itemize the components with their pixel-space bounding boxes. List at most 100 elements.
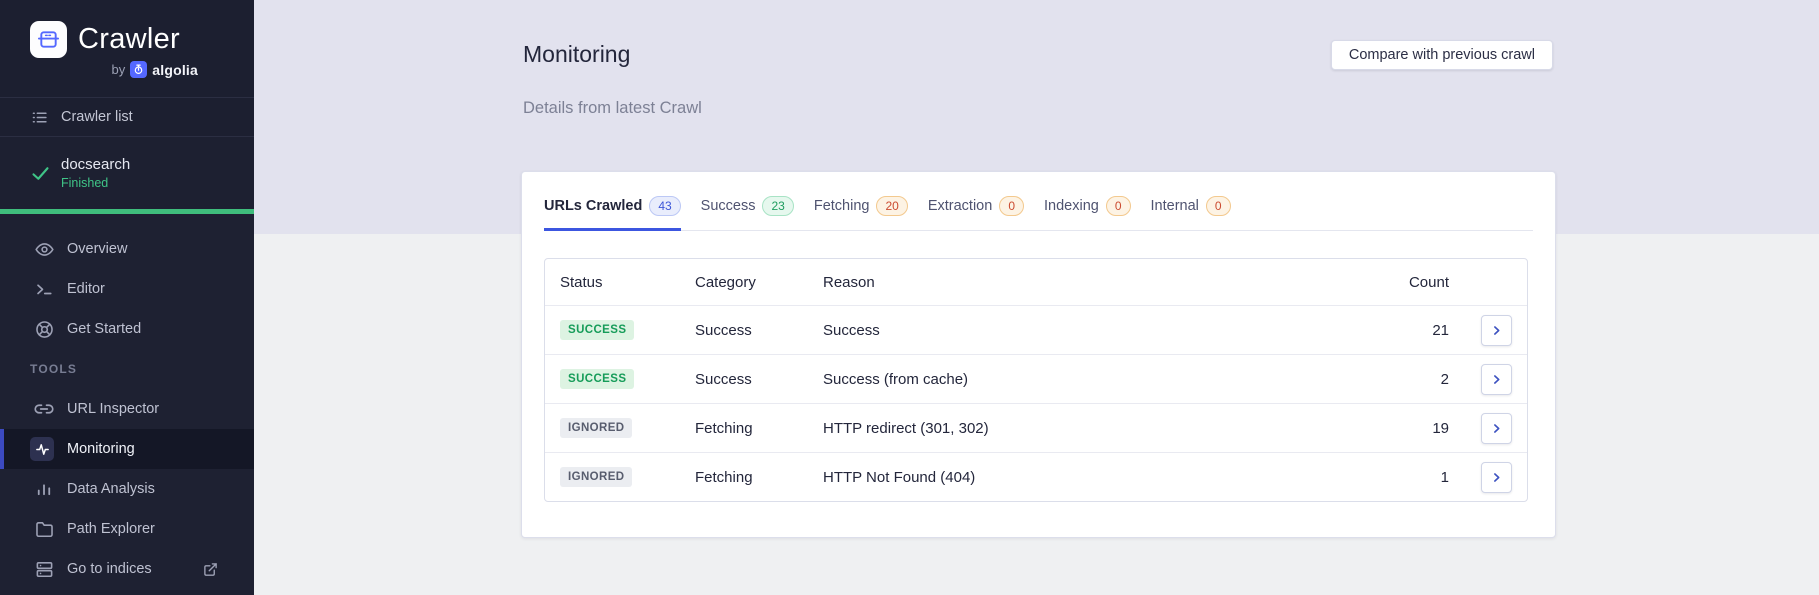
sidebar-item-label: Monitoring [67,441,135,457]
tab-label: URLs Crawled [544,198,643,214]
sidebar-nav: Overview Editor Get Started TOOLS URL In… [0,214,254,589]
category-cell: Fetching [695,419,753,437]
sidebar-item-label: Path Explorer [67,521,155,537]
category-cell: Fetching [695,468,753,486]
table-row: IGNORED Fetching HTTP Not Found (404) 1 [545,452,1527,501]
eye-icon [34,240,54,259]
external-link-icon [203,562,218,577]
link-icon [34,399,54,419]
status-badge: IGNORED [560,467,633,487]
product-name: Crawler [78,23,180,55]
activity-icon [30,437,54,461]
table-row: IGNORED Fetching HTTP redirect (301, 302… [545,403,1527,452]
bar-chart-icon [34,480,54,498]
status-badge: IGNORED [560,418,633,438]
table-header-row: Status Category Reason Count [545,259,1527,305]
tab-count-badge: 23 [762,196,794,216]
by-label: by [111,62,126,77]
sidebar-item-label: Editor [67,281,105,297]
current-crawler-selector[interactable]: docsearch Finished [0,137,254,209]
tab-indexing[interactable]: Indexing 0 [1044,196,1131,231]
tab-label: Success [700,198,756,214]
status-tabs: URLs Crawled 43 Success 23 Fetching 20 E… [544,172,1533,231]
row-expand-button[interactable] [1481,461,1512,493]
sidebar-item-get-started[interactable]: Get Started [0,309,254,349]
app-window: Crawler by algolia Crawler list docsearc… [0,0,1819,595]
tab-fetching[interactable]: Fetching 20 [814,196,908,231]
sidebar-item-overview[interactable]: Overview [0,229,254,269]
tab-count-badge: 20 [876,196,908,216]
tab-urls-crawled[interactable]: URLs Crawled 43 [544,196,681,231]
page-title: Monitoring [523,41,631,67]
tab-label: Indexing [1044,198,1099,214]
table-row: SUCCESS Success Success (from cache) 2 [545,354,1527,403]
tab-count-badge: 0 [1105,196,1131,216]
sidebar-item-label: Overview [67,241,128,257]
sidebar-item-url-inspector[interactable]: URL Inspector [0,389,254,429]
sidebar-item-go-to-indices[interactable]: Go to indices [0,549,254,589]
sidebar-item-crawler-list[interactable]: Crawler list [0,98,254,137]
monitoring-card: URLs Crawled 43 Success 23 Fetching 20 E… [521,171,1556,538]
sidebar-item-label: Go to indices [67,561,152,577]
sidebar-item-label: Data Analysis [67,481,155,497]
reason-cell: Success [823,321,880,339]
tab-count-badge: 0 [999,196,1024,216]
sidebar-item-path-explorer[interactable]: Path Explorer [0,509,254,549]
check-icon [30,163,51,184]
table-row: SUCCESS Success Success 21 [545,305,1527,354]
tab-label: Extraction [927,198,993,214]
count-value: 2 [1440,370,1449,388]
sidebar-item-editor[interactable]: Editor [0,269,254,309]
crawl-results-table: Status Category Reason Count SUCCESS Suc… [544,258,1528,502]
count-value: 21 [1432,321,1449,339]
tab-extraction[interactable]: Extraction 0 [928,196,1024,231]
chevron-right-icon [1494,472,1500,482]
tab-count-badge: 0 [1205,196,1231,216]
column-header-reason: Reason [823,273,875,291]
main-content: Monitoring Compare with previous crawl D… [254,0,1819,595]
lifebuoy-icon [34,320,54,339]
sidebar: Crawler by algolia Crawler list docsearc… [0,0,254,595]
reason-cell: HTTP redirect (301, 302) [823,419,989,437]
chevron-right-icon [1494,325,1500,335]
list-icon [31,109,48,126]
column-header-status: Status [560,273,603,291]
tab-count-badge: 43 [649,196,681,216]
terminal-icon [34,280,54,298]
sidebar-item-monitoring[interactable]: Monitoring [0,429,254,469]
sidebar-item-data-analysis[interactable]: Data Analysis [0,469,254,509]
sidebar-item-label: Get Started [67,321,142,337]
folder-icon [34,520,54,539]
crawler-logo-icon [30,21,67,58]
crawler-name: docsearch [61,156,131,173]
status-badge: SUCCESS [560,320,635,340]
crawler-status: Finished [61,176,109,190]
tab-internal[interactable]: Internal 0 [1151,196,1231,231]
row-expand-button[interactable] [1481,412,1512,444]
crawler-logo: Crawler by algolia [0,0,254,98]
chevron-right-icon [1494,423,1500,433]
row-expand-button[interactable] [1481,314,1512,346]
tools-section-header: TOOLS [30,362,78,376]
brand-name: algolia [152,61,198,78]
count-value: 19 [1432,419,1449,437]
server-icon [34,560,54,579]
category-cell: Success [695,370,752,388]
algolia-icon [130,61,148,78]
column-header-count: Count [1408,273,1449,291]
chevron-right-icon [1494,374,1500,384]
column-header-category: Category [695,273,756,291]
reason-cell: HTTP Not Found (404) [823,468,976,486]
tab-label: Fetching [813,198,870,214]
sidebar-item-label: URL Inspector [67,401,160,417]
sidebar-item-label: Crawler list [61,109,133,125]
tab-label: Internal [1150,198,1199,214]
compare-with-previous-crawl-button[interactable]: Compare with previous crawl [1330,40,1553,70]
status-badge: SUCCESS [560,369,635,389]
reason-cell: Success (from cache) [823,370,969,388]
tab-success[interactable]: Success 23 [701,196,794,231]
count-value: 1 [1440,468,1449,486]
category-cell: Success [695,321,752,339]
page-subtitle: Details from latest Crawl [523,99,702,117]
row-expand-button[interactable] [1481,363,1512,395]
